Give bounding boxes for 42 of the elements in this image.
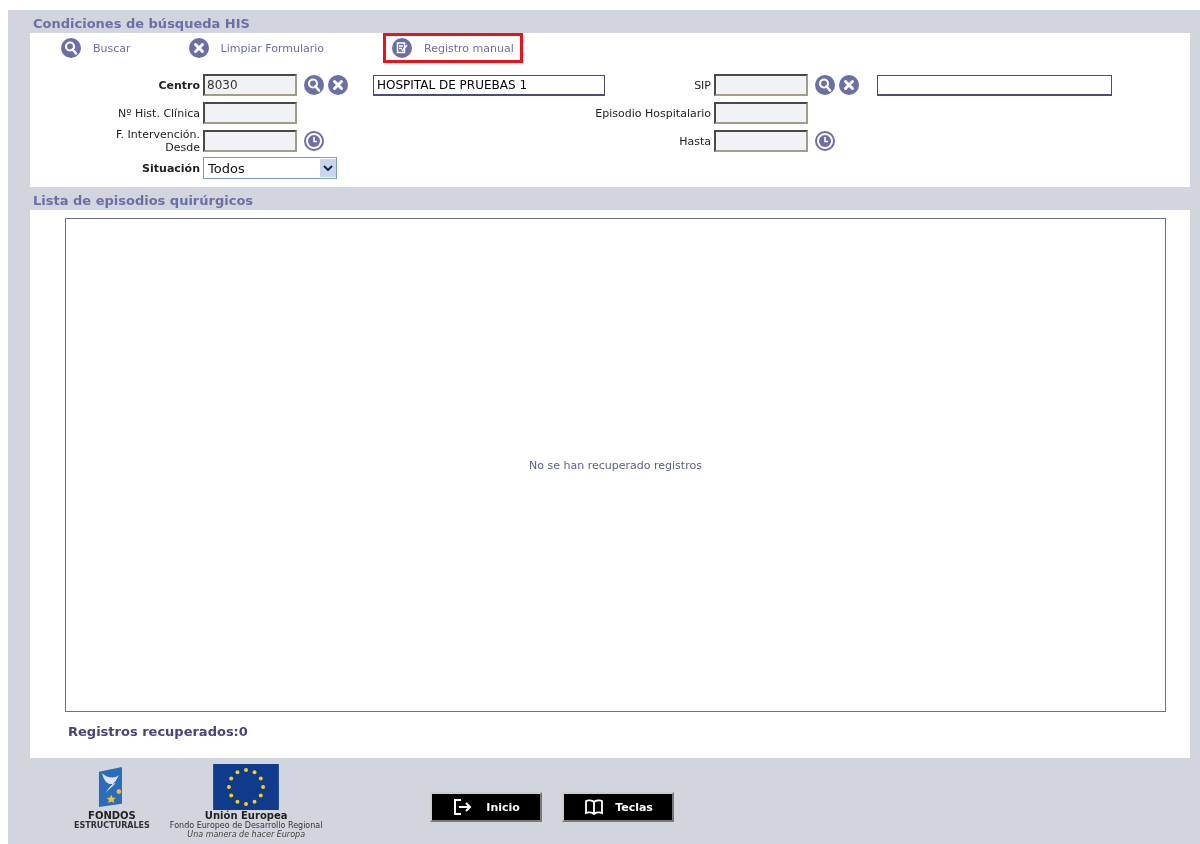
input-field[interactable] — [714, 102, 808, 124]
clock-icon[interactable] — [815, 131, 835, 151]
field-label: Centro — [157, 78, 200, 92]
field-label: SIP — [693, 78, 711, 92]
clear-icon[interactable] — [839, 75, 859, 95]
name-field[interactable]: HOSPITAL DE PRUEBAS 1 — [373, 74, 605, 96]
input-field[interactable] — [714, 130, 808, 152]
toolbar-link[interactable]: Registro manual — [424, 41, 514, 55]
section-title: Condiciones de búsqueda HIS — [32, 15, 251, 33]
field-label: F. Intervención. Desde — [115, 128, 200, 154]
clear-icon[interactable] — [188, 38, 209, 58]
clock-icon[interactable] — [304, 131, 324, 151]
logo-subcaption: Fondo Europeo de Desarrollo Regional — [169, 821, 323, 830]
toolbar-link[interactable]: Limpiar Formulario — [220, 41, 325, 55]
empty-message: No se han recuperado registros — [529, 458, 702, 472]
logo-subcaption: ESTRUCTURALES — [74, 821, 150, 830]
name-field[interactable] — [877, 74, 1112, 96]
input-field[interactable] — [203, 130, 297, 152]
clear-icon[interactable] — [328, 75, 348, 95]
search-icon[interactable] — [815, 75, 835, 95]
exit-icon — [453, 799, 474, 815]
input-field[interactable]: 8030 — [203, 74, 297, 96]
section-title: Lista de episodios quirúrgicos — [32, 192, 255, 210]
record-count: Registros recuperados:0 — [67, 723, 249, 741]
footer-button[interactable]: Teclas — [562, 792, 675, 822]
status-dropdown[interactable]: Todos — [203, 157, 337, 179]
field-label: Situación — [141, 161, 200, 175]
logo-motto: Una manera de hacer Europa — [187, 830, 306, 839]
edit-icon[interactable] — [392, 38, 413, 58]
field-label: Hasta — [678, 134, 711, 148]
search-icon[interactable] — [304, 75, 324, 95]
field-label: Episodio Hospitalario — [594, 106, 711, 120]
logo-caption: FONDOS — [88, 810, 136, 821]
toolbar-link[interactable]: Buscar — [93, 41, 131, 55]
field-label: Nº Hist. Clínica — [117, 106, 200, 120]
book-icon — [584, 799, 604, 815]
footer-button[interactable]: Inicio — [430, 792, 543, 822]
search-icon[interactable] — [61, 38, 81, 58]
logo-caption: Unión Europea — [204, 810, 288, 821]
input-field[interactable] — [714, 74, 808, 96]
chevron-down-icon — [323, 165, 333, 171]
input-field[interactable] — [203, 102, 297, 124]
